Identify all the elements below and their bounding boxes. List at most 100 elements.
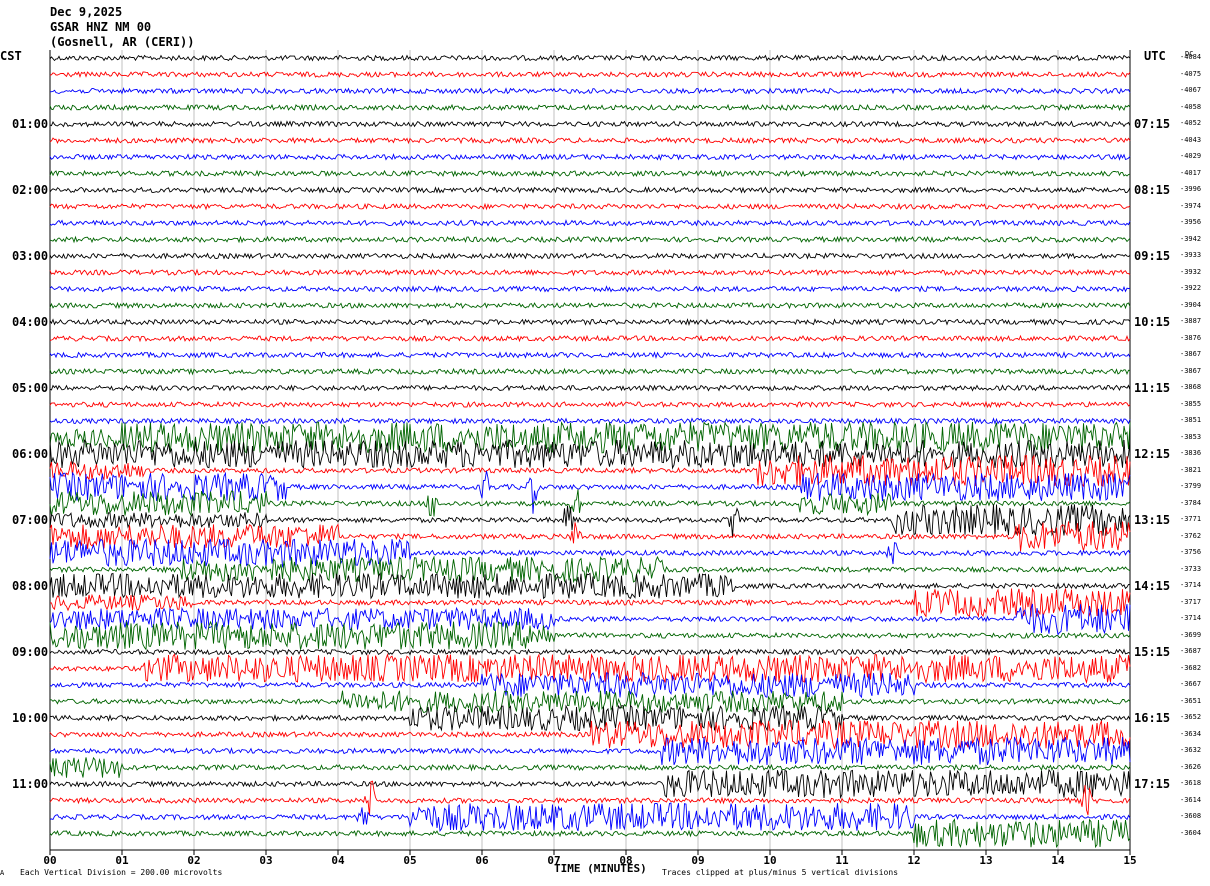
dc-offset-label: -3867 xyxy=(1180,366,1202,375)
station-code: GSAR HNZ NM 00 xyxy=(50,20,152,34)
dc-offset-label: -3922 xyxy=(1180,284,1202,292)
x-tick-label-06: 06 xyxy=(475,854,489,867)
x-tick-label-05: 05 xyxy=(403,854,416,867)
trace-10-blue xyxy=(49,219,1131,227)
x-axis-title: TIME (MINUTES) xyxy=(554,862,647,875)
x-tick-label-00: 00 xyxy=(43,854,56,867)
local-hour-label: 04:00 xyxy=(12,315,49,329)
trace-13-red xyxy=(49,268,1131,277)
seismic-traces xyxy=(49,54,1131,849)
trace-36-black xyxy=(49,648,1131,656)
trace-31-green xyxy=(49,555,1131,584)
trace-39-green xyxy=(50,690,1131,714)
local-hour-label: 02:00 xyxy=(12,183,49,197)
dc-offset-label: -3933 xyxy=(1180,251,1202,259)
trace-20-black xyxy=(49,384,1131,392)
dc-offset-label: -3717 xyxy=(1180,597,1202,606)
dc-offset-label: -3618 xyxy=(1180,779,1202,787)
trace-25-red xyxy=(49,454,1131,488)
local-hour-label: 11:00 xyxy=(12,777,49,791)
dc-offset-label: -4067 xyxy=(1180,86,1202,94)
dc-offset-label: -4029 xyxy=(1180,152,1202,160)
dc-offset-label: -3956 xyxy=(1180,218,1202,226)
dc-offset-label: -4017 xyxy=(1180,168,1202,177)
trace-12-black xyxy=(49,252,1131,260)
x-tick-label-02: 02 xyxy=(187,854,200,867)
trace-3-green xyxy=(49,103,1131,112)
dc-offset-label: -3784 xyxy=(1180,498,1202,507)
trace-7-green xyxy=(49,169,1131,178)
dc-offset-label: -3682 xyxy=(1180,663,1202,672)
scale-note: Each Vertical Division = 200.00 microvol… xyxy=(20,868,223,877)
dc-offset-label: -3626 xyxy=(1180,762,1202,771)
plot-date: Dec 9,2025 xyxy=(50,5,123,19)
x-tick-label-15: 15 xyxy=(1123,854,1136,867)
trace-4-black xyxy=(49,120,1131,128)
utc-hour-label: 17:15 xyxy=(1134,777,1171,791)
trace-43-green xyxy=(49,756,1131,778)
dc-offset-label: -3632 xyxy=(1180,746,1202,754)
utc-hour-label: 16:15 xyxy=(1134,711,1171,725)
local-hour-label: 07:00 xyxy=(12,513,49,527)
dc-offset-label: -3853 xyxy=(1180,432,1202,441)
dc-offset-label: -3771 xyxy=(1180,515,1202,523)
x-tick-label-12: 12 xyxy=(907,854,920,867)
utc-hour-label: 08:15 xyxy=(1134,183,1171,197)
dc-offset-label: -4052 xyxy=(1180,119,1202,127)
trace-2-blue xyxy=(49,87,1131,95)
utc-hour-label: 10:15 xyxy=(1134,315,1171,329)
trace-28-black xyxy=(49,504,1131,538)
utc-hour-label: 13:15 xyxy=(1134,513,1171,527)
dc-offset-label: -3799 xyxy=(1180,482,1202,490)
dc-offset-label: -3942 xyxy=(1180,234,1202,243)
dc-offset-label: -4084 xyxy=(1180,53,1202,61)
utc-hour-label: 09:15 xyxy=(1134,249,1171,263)
trace-29-red xyxy=(49,521,1131,552)
x-tick-label-03: 03 xyxy=(259,854,272,867)
dc-offset-label: -3836 xyxy=(1180,449,1202,457)
dc-offset-label: -3604 xyxy=(1180,828,1202,837)
x-tick-label-11: 11 xyxy=(835,854,849,867)
trace-19-green xyxy=(49,367,1131,376)
trace-8-black xyxy=(49,186,1131,194)
trace-35-green xyxy=(49,620,1131,651)
dc-offset-label: -3756 xyxy=(1180,548,1202,556)
helicorder-plot: 00 01 02 03 04 05 06 07 08 09 10 11 12 13 14 15 xyxy=(43,50,1137,867)
dc-offset-label: -3868 xyxy=(1180,383,1202,391)
trace-40-black xyxy=(49,704,1131,732)
dc-offset-label: -3876 xyxy=(1180,333,1202,342)
trace-32-black xyxy=(49,572,1130,600)
station-location: (Gosnell, AR (CERI)) xyxy=(50,35,195,49)
right-timezone-label: UTC xyxy=(1144,49,1166,63)
trace-15-green xyxy=(49,301,1131,310)
trace-6-blue xyxy=(49,153,1131,161)
utc-hour-label: 07:15 xyxy=(1134,117,1171,131)
dc-offset-label: -3904 xyxy=(1180,300,1202,309)
corner-mark: A xyxy=(0,869,5,877)
dc-offset-label: -4058 xyxy=(1180,102,1202,111)
dc-offset-label: -4075 xyxy=(1180,69,1202,78)
dc-offset-label: -3851 xyxy=(1180,416,1202,424)
dc-offset-label: -3887 xyxy=(1180,317,1202,325)
dc-offset-label: -3821 xyxy=(1180,465,1202,474)
trace-18-blue xyxy=(49,351,1131,360)
trace-26-blue xyxy=(49,470,1131,514)
dc-offset-label: -3687 xyxy=(1180,647,1202,655)
dc-offset-label: -3996 xyxy=(1180,185,1202,193)
trace-17-red xyxy=(49,334,1131,343)
trace-21-red xyxy=(49,400,1131,409)
dc-offset-label: -3652 xyxy=(1180,713,1202,721)
dc-offset-label: -3855 xyxy=(1180,399,1202,408)
trace-44-black xyxy=(49,768,1131,800)
dc-offset-label: -3974 xyxy=(1180,201,1202,210)
trace-5-red xyxy=(49,136,1131,145)
trace-22-blue xyxy=(49,417,1131,425)
dc-offset-label: -3867 xyxy=(1180,350,1202,358)
trace-27-green xyxy=(49,489,1131,517)
x-tick-label-10: 10 xyxy=(763,854,776,867)
trace-24-black xyxy=(49,439,1131,470)
trace-16-black xyxy=(49,318,1131,326)
dc-offset-label: -3714 xyxy=(1180,614,1202,622)
utc-hour-label: 15:15 xyxy=(1134,645,1171,659)
local-hour-label: 01:00 xyxy=(12,117,49,131)
